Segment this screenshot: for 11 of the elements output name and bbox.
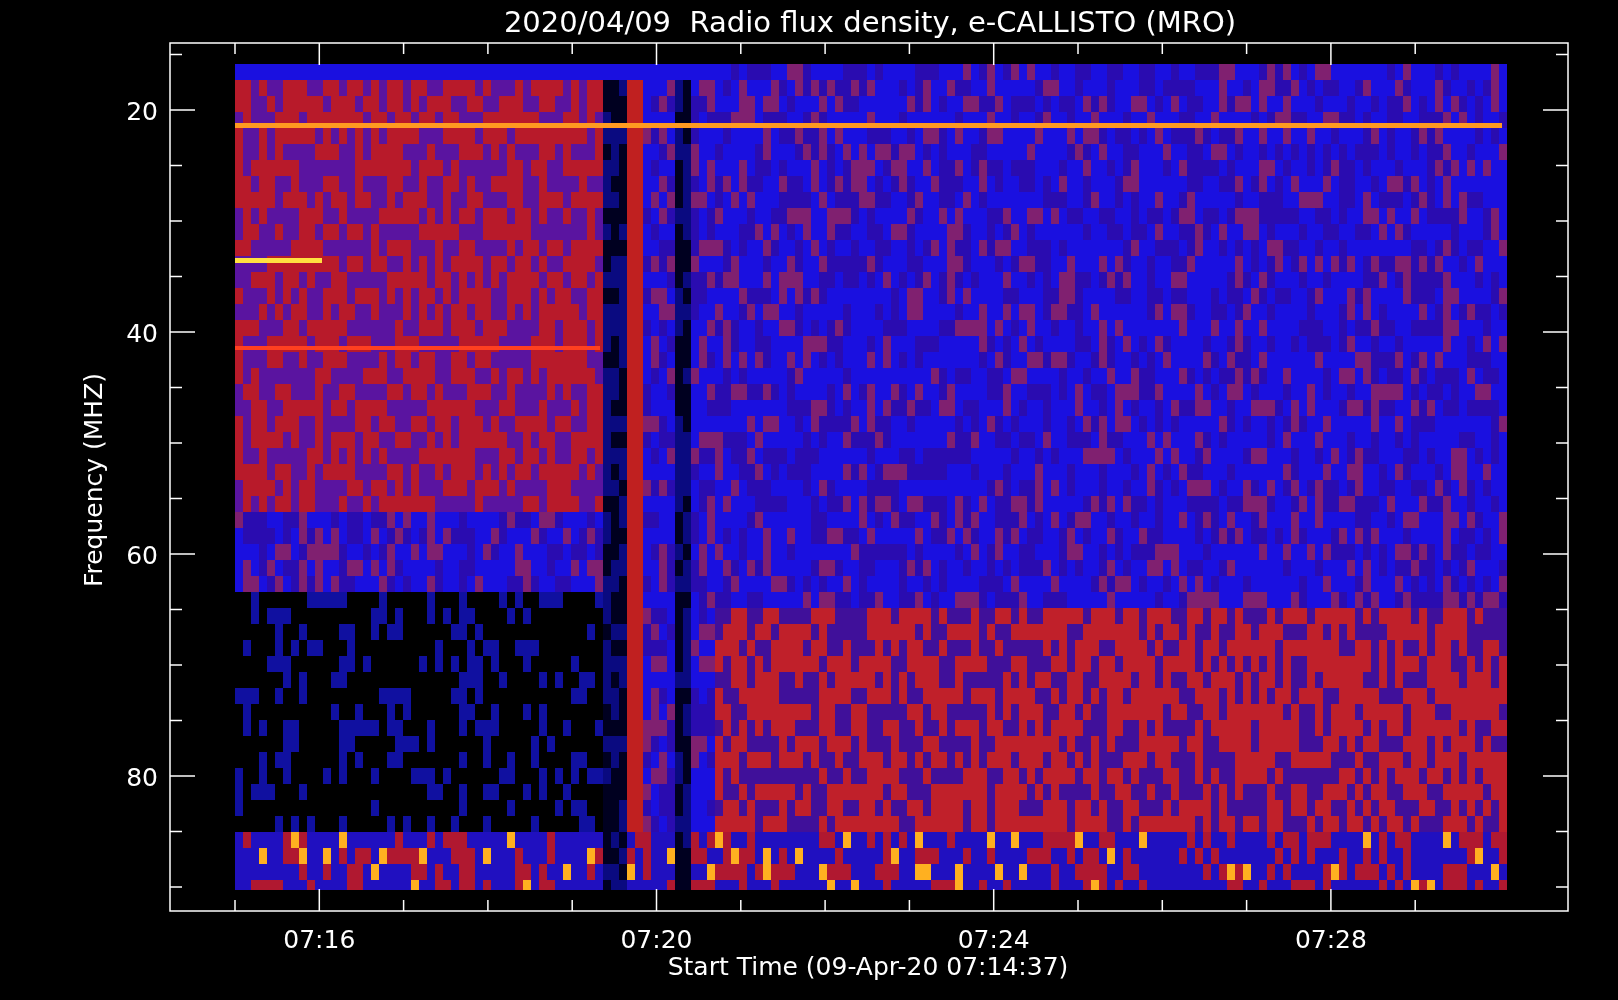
x-tick-label: 07:20 xyxy=(620,925,693,954)
chart-title: 2020/04/09 Radio flux density, e-CALLISTO (MRO) xyxy=(503,5,1237,39)
x-axis-label: Start Time (09-Apr-20 07:14:37) xyxy=(667,952,1069,981)
y-tick-label: 80 xyxy=(126,763,158,792)
y-axis-label: Frequency (MHZ) xyxy=(79,372,108,588)
x-tick-label: 07:28 xyxy=(1294,925,1367,954)
x-tick-label: 07:16 xyxy=(283,925,356,954)
y-tick-label: 40 xyxy=(126,319,158,348)
y-tick-label: 20 xyxy=(126,97,158,126)
y-tick-label: 60 xyxy=(126,541,158,570)
x-tick-label: 07:24 xyxy=(957,925,1030,954)
